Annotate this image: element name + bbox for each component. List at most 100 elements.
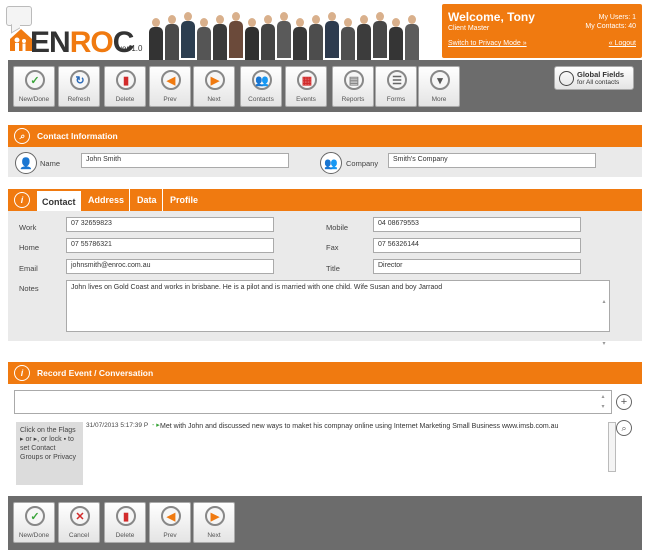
contact-info-header: ⌕ Contact Information xyxy=(8,125,642,147)
button-label: Contacts xyxy=(248,96,274,103)
prev-button[interactable]: ◀ Prev xyxy=(149,66,191,107)
button-label: Next xyxy=(207,96,221,103)
person-figure xyxy=(196,18,211,64)
title-label: Title xyxy=(326,264,340,273)
refresh-button[interactable]: ↻ Refresh xyxy=(58,66,100,107)
record-event-title: Record Event / Conversation xyxy=(37,368,154,378)
calendar-icon: ▦ xyxy=(297,70,317,90)
global-fields-button[interactable]: Global Fields for All contacts xyxy=(554,66,634,90)
delete-button[interactable]: ▮ Delete xyxy=(104,66,146,107)
check-icon: ✓ xyxy=(25,70,45,90)
logout-link[interactable]: « Logout xyxy=(609,40,636,47)
chevron-down-icon: ▾ xyxy=(430,70,450,90)
mobile-phone-field[interactable]: 04 08679553 xyxy=(373,217,581,232)
more-button[interactable]: ▾ More xyxy=(418,66,460,107)
bottom-toolbar: ✓ New/Done ✕ Cancel ▮ Delete ◀ Prev ▶ Next xyxy=(8,496,642,550)
person-figure xyxy=(228,12,243,58)
new-done-button[interactable]: ✓ New/Done xyxy=(13,502,55,543)
button-label: Delete xyxy=(115,96,135,103)
forms-icon: ☰ xyxy=(387,70,407,90)
person-figure xyxy=(372,12,387,58)
event-input[interactable] xyxy=(14,390,612,414)
forms-button[interactable]: ☰ Forms xyxy=(375,66,417,107)
event-input-scrollbar[interactable]: ▴ ▾ xyxy=(598,392,608,412)
logo-text: ENROC xyxy=(30,26,134,59)
person-figure xyxy=(276,12,291,58)
title-field[interactable]: Director xyxy=(373,259,581,274)
add-event-icon[interactable]: + xyxy=(616,394,632,410)
contacts-button[interactable]: 👥 Contacts xyxy=(240,66,282,107)
cancel-button[interactable]: ✕ Cancel xyxy=(58,502,100,543)
email-field[interactable]: johnsmith@enroc.com.au xyxy=(66,259,274,274)
tab-contact[interactable]: Contact xyxy=(37,189,81,211)
prev-icon: ◀ xyxy=(161,70,181,90)
person-figure xyxy=(148,18,163,64)
button-label: Next xyxy=(207,532,221,539)
new-done-button[interactable]: ✓ New/Done xyxy=(13,66,55,107)
company-field[interactable]: Smith's Company xyxy=(388,153,596,168)
button-label: Cancel xyxy=(68,532,90,539)
events-scrollbar[interactable] xyxy=(608,422,616,472)
person-figure xyxy=(340,18,355,64)
person-figure xyxy=(308,15,323,61)
button-label: Events xyxy=(296,96,316,103)
person-figure xyxy=(180,12,195,58)
main-toolbar: ✓ New/Done ↻ Refresh ▮ Delete ◀ Prev ▶ Next 👥 Conta… xyxy=(8,60,642,112)
welcome-box: Welcome, Tony Client Master Switch to Pr… xyxy=(442,4,642,58)
record-event-header: i Record Event / Conversation xyxy=(8,362,642,384)
next-icon: ▶ xyxy=(205,70,225,90)
event-timestamp: 31/07/2013 5:17:39 P xyxy=(86,422,149,429)
global-fields-title: Global Fields xyxy=(577,70,625,79)
search-event-icon[interactable]: ⌕ xyxy=(616,420,632,436)
person-figure xyxy=(292,18,307,64)
event-text: Met with John and discussed new ways to … xyxy=(160,423,559,430)
person-figure xyxy=(388,18,403,64)
home-phone-field[interactable]: 07 55786321 xyxy=(66,238,274,253)
person-figure xyxy=(212,15,227,61)
global-fields-subtitle: for All contacts xyxy=(577,79,620,86)
person-figure xyxy=(356,15,371,61)
flags-hint: Click on the Flags ▸ or ▸, or lock ▪ to … xyxy=(16,422,83,485)
button-label: Delete xyxy=(115,532,135,539)
details-body: Work 07 32659823 Mobile 04 08679553 Home… xyxy=(8,211,642,347)
button-label: Forms xyxy=(386,96,406,103)
check-icon: ✓ xyxy=(25,506,45,526)
next-button[interactable]: ▶ Next xyxy=(193,502,235,543)
person-figure xyxy=(244,18,259,64)
prev-button[interactable]: ◀ Prev xyxy=(149,502,191,543)
privacy-mode-link[interactable]: Switch to Privacy Mode » xyxy=(448,40,527,47)
fax-field[interactable]: 07 56326144 xyxy=(373,238,581,253)
tab-address[interactable]: Address xyxy=(83,189,131,211)
person-figure xyxy=(404,15,419,61)
prev-icon: ◀ xyxy=(161,506,181,526)
refresh-icon: ↻ xyxy=(70,70,90,90)
work-phone-field[interactable]: 07 32659823 xyxy=(66,217,274,232)
events-button[interactable]: ▦ Events xyxy=(285,66,327,107)
button-label: New/Done xyxy=(18,96,50,103)
green-flag-icon[interactable]: - ▸ xyxy=(152,421,160,429)
trash-icon: ▮ xyxy=(116,70,136,90)
button-label: Prev xyxy=(163,96,177,103)
info-icon: i xyxy=(14,365,30,381)
button-label: Reports xyxy=(341,96,365,103)
welcome-title: Welcome, Tony xyxy=(448,10,535,24)
tab-profile[interactable]: Profile xyxy=(165,189,203,211)
details-header: i Contact Address Data Profile xyxy=(8,189,642,211)
next-icon: ▶ xyxy=(205,506,225,526)
name-field[interactable]: John Smith xyxy=(81,153,289,168)
next-button[interactable]: ▶ Next xyxy=(193,66,235,107)
tab-data[interactable]: Data xyxy=(132,189,163,211)
cancel-icon: ✕ xyxy=(70,506,90,526)
person-figure xyxy=(164,15,179,61)
fax-label: Fax xyxy=(326,243,339,252)
version-label: ver 1.0 xyxy=(118,44,143,53)
contacts-count: My Contacts: 40 xyxy=(585,23,636,30)
notes-scrollbar[interactable]: ▴ ▾ xyxy=(599,281,609,347)
contact-info-title: Contact Information xyxy=(37,131,118,141)
header: ENROC ver 1.0 Welcome, Tony Client Maste… xyxy=(0,0,650,64)
company-label: Company xyxy=(346,159,379,168)
delete-button[interactable]: ▮ Delete xyxy=(104,502,146,543)
notes-textarea[interactable]: John lives on Gold Coast and works in br… xyxy=(66,280,610,332)
reports-button[interactable]: ▤ Reports xyxy=(332,66,374,107)
trash-icon: ▮ xyxy=(116,506,136,526)
